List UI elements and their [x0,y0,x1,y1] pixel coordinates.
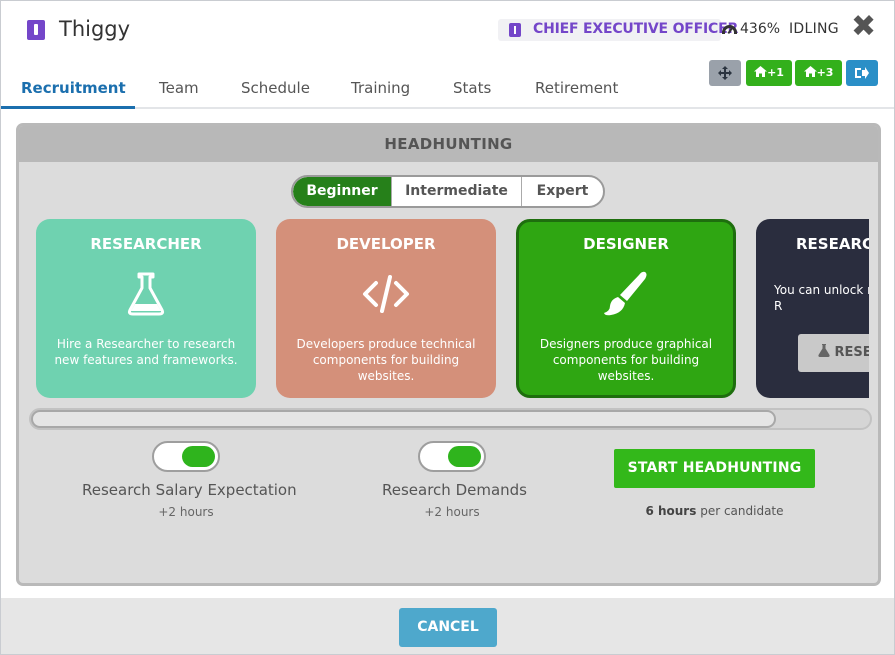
window-header: Thiggy CHIEF EXECUTIVE OFFICER 436% IDLI… [1,1,894,109]
employee-name: Thiggy [59,17,131,41]
level-selector: Beginner Intermediate Expert [291,175,605,208]
tab-schedule[interactable]: Schedule [241,79,310,97]
employee-state: IDLING [789,21,839,37]
level-expert[interactable]: Expert [521,177,603,206]
code-icon [363,275,409,313]
salary-expectation-label: Research Salary Expectation [82,481,297,499]
card-description: Designers produce graphical components f… [539,337,713,383]
card-title: RESEARC [796,235,869,253]
role-cards: RESEARCHER Hire a Researcher to research… [36,219,869,401]
level-intermediate[interactable]: Intermediate [391,177,521,206]
flask-icon [127,272,165,316]
time-per-candidate: 6 hours per candidate [609,504,820,518]
cancel-button[interactable]: CANCEL [399,608,497,647]
tie-icon [27,20,45,40]
cards-scrollbar[interactable] [29,408,872,430]
efficiency-value: 436% [740,21,781,37]
time-value: 6 hours [645,504,697,518]
card-title: RESEARCHER [90,235,202,253]
close-icon[interactable]: ✖ [851,12,876,42]
card-title: DESIGNER [583,235,669,253]
salary-expectation-cost: +2 hours [158,505,214,519]
tab-team[interactable]: Team [159,79,199,97]
start-headhunting-button[interactable]: START HEADHUNTING [614,449,815,488]
cards-scroll-thumb[interactable] [31,410,776,428]
research-unlock-button[interactable]: RESE [798,334,869,372]
employee-window: Thiggy CHIEF EXECUTIVE OFFICER 436% IDLI… [0,0,895,655]
tab-training[interactable]: Training [351,79,410,97]
card-description: Developers produce technical components … [296,337,476,383]
research-unlock-label: RESE [834,345,869,360]
flask-icon [818,344,830,357]
toggle-knob [182,446,215,467]
card-title: DEVELOPER [336,235,436,253]
gauge-icon [722,25,737,34]
tab-retirement[interactable]: Retirement [535,79,618,97]
role-label: CHIEF EXECUTIVE OFFICER [533,21,739,37]
card-description: Hire a Researcher to research new featur… [54,337,238,367]
card-researcher[interactable]: RESEARCHER Hire a Researcher to research… [36,219,256,398]
tab-bar: Recruitment Team Schedule Training Stats… [1,73,894,109]
demands-label: Research Demands [382,481,527,499]
headhunting-panel: HEADHUNTING Beginner Intermediate Expert… [16,123,881,586]
card-locked-role: RESEARC You can unlock m types from the … [756,219,869,398]
tab-recruitment[interactable]: Recruitment [21,79,126,97]
time-unit: per candidate [700,504,784,518]
salary-expectation-toggle[interactable] [152,441,220,472]
tab-stats[interactable]: Stats [453,79,491,97]
card-developer[interactable]: DEVELOPER Developers produce technical c… [276,219,496,398]
toggle-knob [448,446,481,467]
panel-title: HEADHUNTING [384,135,513,153]
card-description: You can unlock m types from the R [774,283,869,313]
demands-toggle[interactable] [418,441,486,472]
level-beginner[interactable]: Beginner [293,177,391,206]
card-designer[interactable]: DESIGNER Designers produce graphical com… [516,219,736,398]
demands-cost: +2 hours [424,505,480,519]
role-tie-icon [509,23,521,37]
paintbrush-icon [604,271,647,316]
panel-header: HEADHUNTING [19,126,878,162]
